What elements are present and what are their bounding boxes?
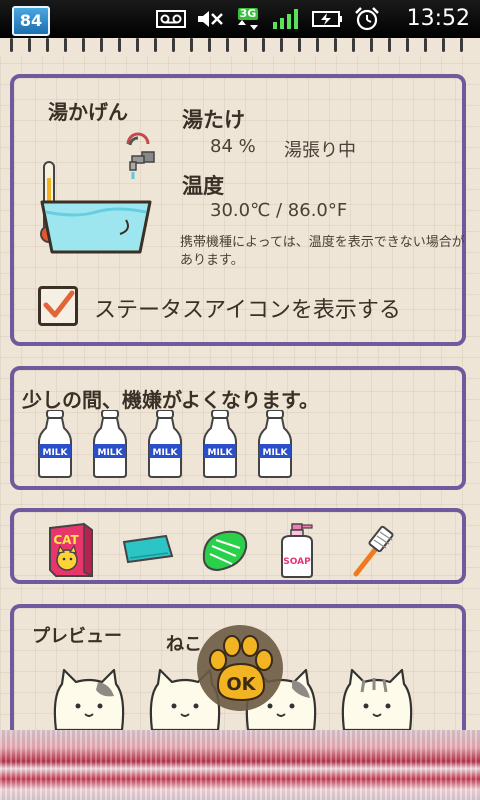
bottom-bar xyxy=(0,730,480,800)
notebook-rings xyxy=(0,38,480,56)
milk-bottle-icon[interactable]: MILK xyxy=(93,410,127,478)
clock: 13:52 xyxy=(406,6,470,31)
hot-water-title: 湯かげん xyxy=(48,100,128,124)
battery-app-icon[interactable]: 84 xyxy=(12,6,50,36)
cat-food-box-icon[interactable]: CAT xyxy=(44,522,98,578)
signal-icon xyxy=(273,9,298,29)
show-status-icon-checkbox[interactable] xyxy=(38,286,78,326)
checkmark-icon xyxy=(43,290,75,318)
paw-icon: OK xyxy=(197,625,283,711)
milk-bottle-icon[interactable]: MILK xyxy=(38,410,72,478)
show-status-icon-label[interactable]: ステータスアイコンを表示する xyxy=(94,292,401,324)
sponge-icon[interactable] xyxy=(196,522,250,578)
milk-label: MILK xyxy=(152,448,178,458)
battery-charging-icon xyxy=(312,11,342,27)
ok-label: OK xyxy=(226,674,256,695)
mood-text: 少しの間、機嫌がよくなります。 xyxy=(22,388,319,412)
mood-panel: 少しの間、機嫌がよくなります。 MILK MILK MILK MILK MILK xyxy=(10,366,466,490)
bathtub-icon xyxy=(40,161,152,254)
milk-label: MILK xyxy=(262,448,288,458)
alarm-icon xyxy=(355,7,379,31)
preview-label: プレビュー xyxy=(32,626,122,647)
3g-icon: 3G xyxy=(234,8,262,30)
status-icons: 3G xyxy=(156,6,380,32)
water-level-value: 84 % xyxy=(210,136,256,157)
voicemail-icon xyxy=(156,10,186,28)
temperature-heading: 温度 xyxy=(182,174,224,198)
network-type-label: 3G xyxy=(237,7,259,20)
milk-label: MILK xyxy=(97,448,123,458)
water-level-heading: 湯たけ xyxy=(182,108,245,132)
items-list: CAT SOAP xyxy=(44,522,402,578)
milk-bottle-icon[interactable]: MILK xyxy=(148,410,182,478)
status-bar: 84 3G 13:52 xyxy=(0,0,480,38)
soap-bottle-icon[interactable]: SOAP xyxy=(272,522,326,578)
milk-bottle-icon[interactable]: MILK xyxy=(258,410,292,478)
cat-preview-icon xyxy=(341,668,413,732)
milk-bottle-icon[interactable]: MILK xyxy=(203,410,237,478)
soap-label: SOAP xyxy=(283,557,311,567)
cat-box-label: CAT xyxy=(53,533,79,547)
mute-icon xyxy=(198,11,223,27)
items-panel: CAT SOAP xyxy=(10,508,466,584)
water-level-state: 湯張り中 xyxy=(284,140,356,161)
milk-label: MILK xyxy=(42,448,68,458)
milk-list: MILK MILK MILK MILK MILK xyxy=(38,410,292,478)
ok-button[interactable]: OK xyxy=(196,624,284,712)
cat-preview-icon xyxy=(53,668,125,732)
temperature-note: 携帯機種によっては、温度を表示できない場合があります。 xyxy=(180,235,465,268)
milk-label: MILK xyxy=(207,448,233,458)
hot-water-panel: 湯かげん 湯たけ 84 % 湯張り中 温度 30.0℃ / 86.0°F 携帯機… xyxy=(10,74,466,346)
towel-icon[interactable] xyxy=(120,522,174,578)
temperature-value: 30.0℃ / 86.0°F xyxy=(210,200,348,221)
brush-icon[interactable] xyxy=(348,522,402,578)
